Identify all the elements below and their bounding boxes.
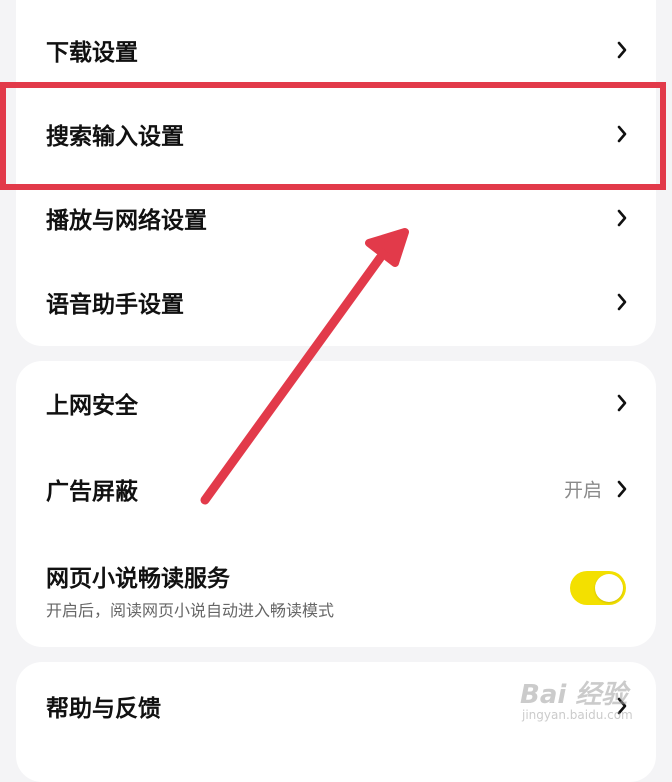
search-input-settings-item[interactable]: 搜索输入设置	[16, 92, 656, 176]
watermark-url: jingyan.baidu.com	[522, 708, 633, 722]
watermark-logo: Bai 经验	[520, 680, 628, 710]
download-settings-label: 下载设置	[46, 40, 138, 66]
voice-assistant-settings-item[interactable]: 语音助手设置	[16, 260, 656, 344]
chevron-right-icon	[617, 209, 627, 227]
search-input-settings-label: 搜索输入设置	[46, 124, 184, 150]
chevron-right-icon	[617, 41, 627, 59]
novel-reader-label: 网页小说畅读服务	[46, 566, 230, 592]
chevron-right-icon	[617, 125, 627, 143]
playback-network-settings-label: 播放与网络设置	[46, 208, 207, 234]
web-security-item[interactable]: 上网安全	[16, 361, 656, 445]
playback-network-settings-item[interactable]: 播放与网络设置	[16, 176, 656, 260]
download-settings-item[interactable]: 下载设置	[16, 8, 656, 92]
settings-card-general: 下载设置 搜索输入设置 播放与网络设置 语音助手设置	[16, 0, 656, 346]
voice-assistant-settings-label: 语音助手设置	[46, 292, 184, 318]
chevron-right-icon	[617, 293, 627, 311]
novel-reader-toggle[interactable]	[570, 571, 626, 605]
toggle-knob	[595, 574, 623, 602]
chevron-right-icon	[617, 394, 627, 412]
ad-block-item[interactable]: 广告屏蔽 开启	[16, 447, 656, 531]
baidu-jingyan-watermark: Bai 经验 jingyan.baidu.com	[520, 674, 660, 734]
web-security-label: 上网安全	[46, 393, 138, 419]
settings-card-security: 上网安全 广告屏蔽 开启 网页小说畅读服务 开启后，阅读网页小说自动进入畅读模式	[16, 361, 656, 647]
novel-reader-description: 开启后，阅读网页小说自动进入畅读模式	[46, 601, 335, 620]
ad-block-status: 开启	[563, 479, 602, 502]
ad-block-label: 广告屏蔽	[46, 479, 138, 505]
help-feedback-label: 帮助与反馈	[46, 696, 161, 722]
chevron-right-icon	[617, 480, 627, 498]
